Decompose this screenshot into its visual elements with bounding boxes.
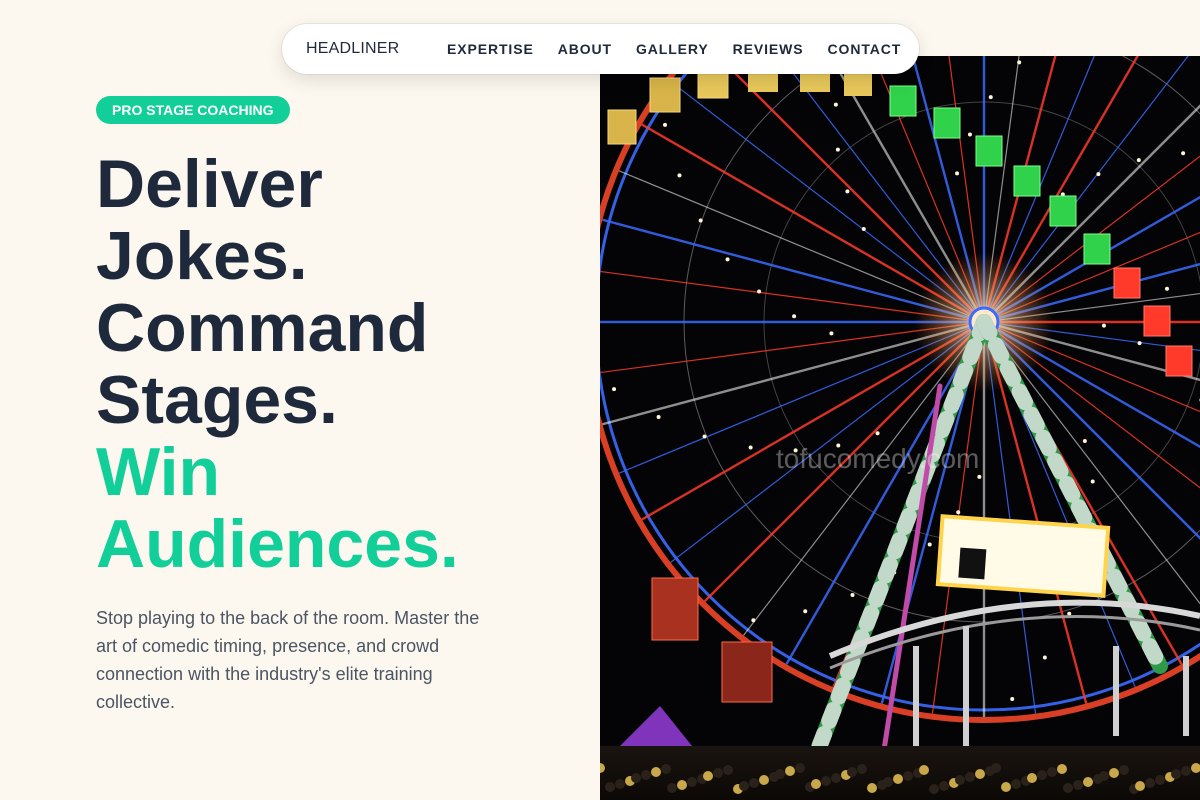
nav-link-contact[interactable]: CONTACT — [828, 41, 902, 57]
headline-line: Command — [96, 290, 429, 366]
headline-accent-line: Audiences. — [96, 506, 459, 582]
hero-description: Stop playing to the back of the room. Ma… — [96, 608, 480, 712]
brand-logo[interactable]: HEADLINER — [306, 40, 447, 58]
hero-badge: PRO STAGE COACHING — [96, 96, 290, 124]
hero-headline: Deliver Jokes. Command Stages. Win Audie… — [96, 148, 596, 580]
nav-links: EXPERTISE ABOUT GALLERY REVIEWS CONTACT — [447, 41, 901, 57]
nav-link-about[interactable]: ABOUT — [558, 41, 612, 57]
nav-link-expertise[interactable]: EXPERTISE — [447, 41, 534, 57]
nav-link-gallery[interactable]: GALLERY — [636, 41, 709, 57]
headline-line: Stages. — [96, 362, 338, 438]
nav-link-reviews[interactable]: REVIEWS — [733, 41, 804, 57]
page: tofucomedy.com HEADLINER EXPERTISE ABOUT… — [0, 0, 1200, 800]
headline-line: Jokes. — [96, 218, 308, 294]
image-watermark: tofucomedy.com — [776, 443, 979, 474]
hero-image: tofucomedy.com — [600, 56, 1200, 800]
headline-accent-line: Win — [96, 434, 221, 510]
top-navigation: HEADLINER EXPERTISE ABOUT GALLERY REVIEW… — [282, 24, 919, 74]
headline-line: Deliver — [96, 146, 323, 222]
